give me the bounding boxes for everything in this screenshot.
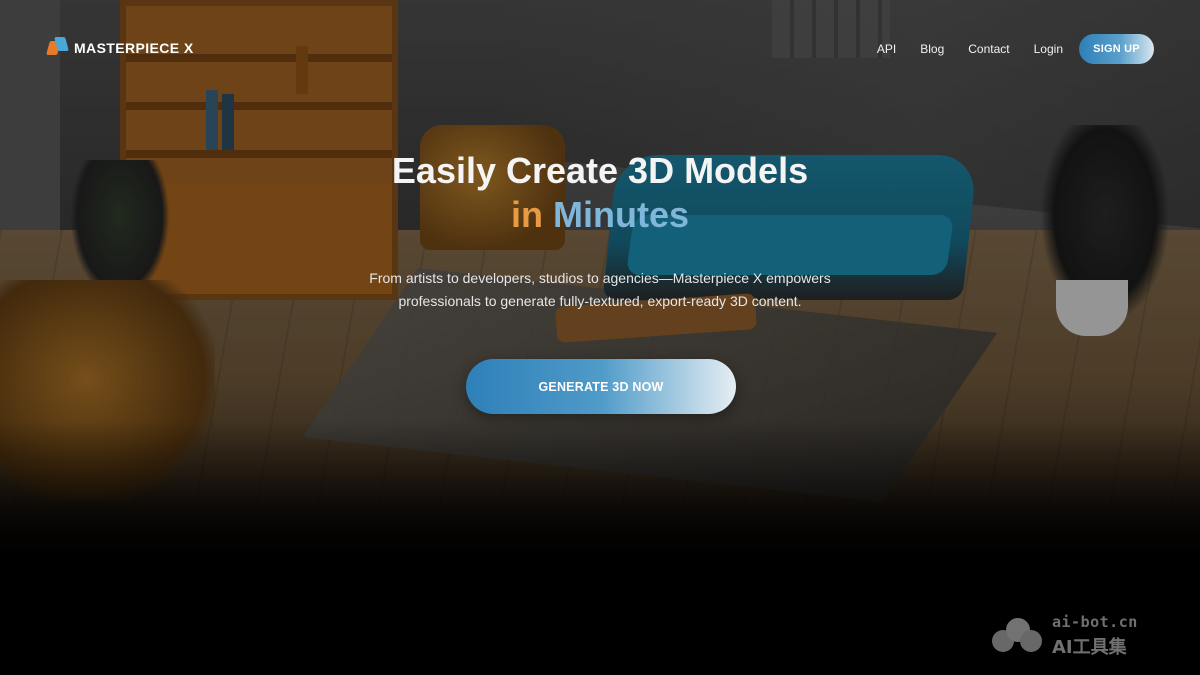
site-header: MASTERPIECE X API Blog Contact Login SIG…	[0, 0, 1200, 100]
nav-link-blog[interactable]: Blog	[920, 42, 944, 56]
main-nav: API Blog Contact Login SIGN UP	[853, 34, 1154, 64]
watermark-text: ai-bot.cn AI工具集	[1052, 613, 1138, 659]
sign-up-button[interactable]: SIGN UP	[1079, 34, 1154, 64]
masterpiece-x-logo-icon	[46, 37, 69, 59]
brand-name: MASTERPIECE X	[74, 40, 194, 56]
hero-background-scene	[0, 0, 1200, 675]
nav-link-login[interactable]: Login	[1034, 42, 1063, 56]
hero-description: From artists to developers, studios to a…	[369, 270, 831, 309]
nav-link-api[interactable]: API	[877, 42, 896, 56]
nav-link-contact[interactable]: Contact	[968, 42, 1009, 56]
logo[interactable]: MASTERPIECE X	[46, 37, 194, 59]
hero-subtitle: in Minutes	[0, 194, 1200, 236]
hero-subtitle-in: in	[510, 194, 543, 235]
watermark: ai-bot.cn AI工具集	[992, 613, 1138, 659]
hero-subtitle-minutes: Minutes	[553, 194, 690, 235]
watermark-logo-icon	[992, 618, 1044, 654]
watermark-title: AI工具集	[1052, 637, 1127, 658]
hero-title: Easily Create 3D Models	[391, 150, 809, 191]
generate-3d-now-button[interactable]: GENERATE 3D NOW	[466, 359, 736, 414]
watermark-url: ai-bot.cn	[1052, 613, 1138, 631]
